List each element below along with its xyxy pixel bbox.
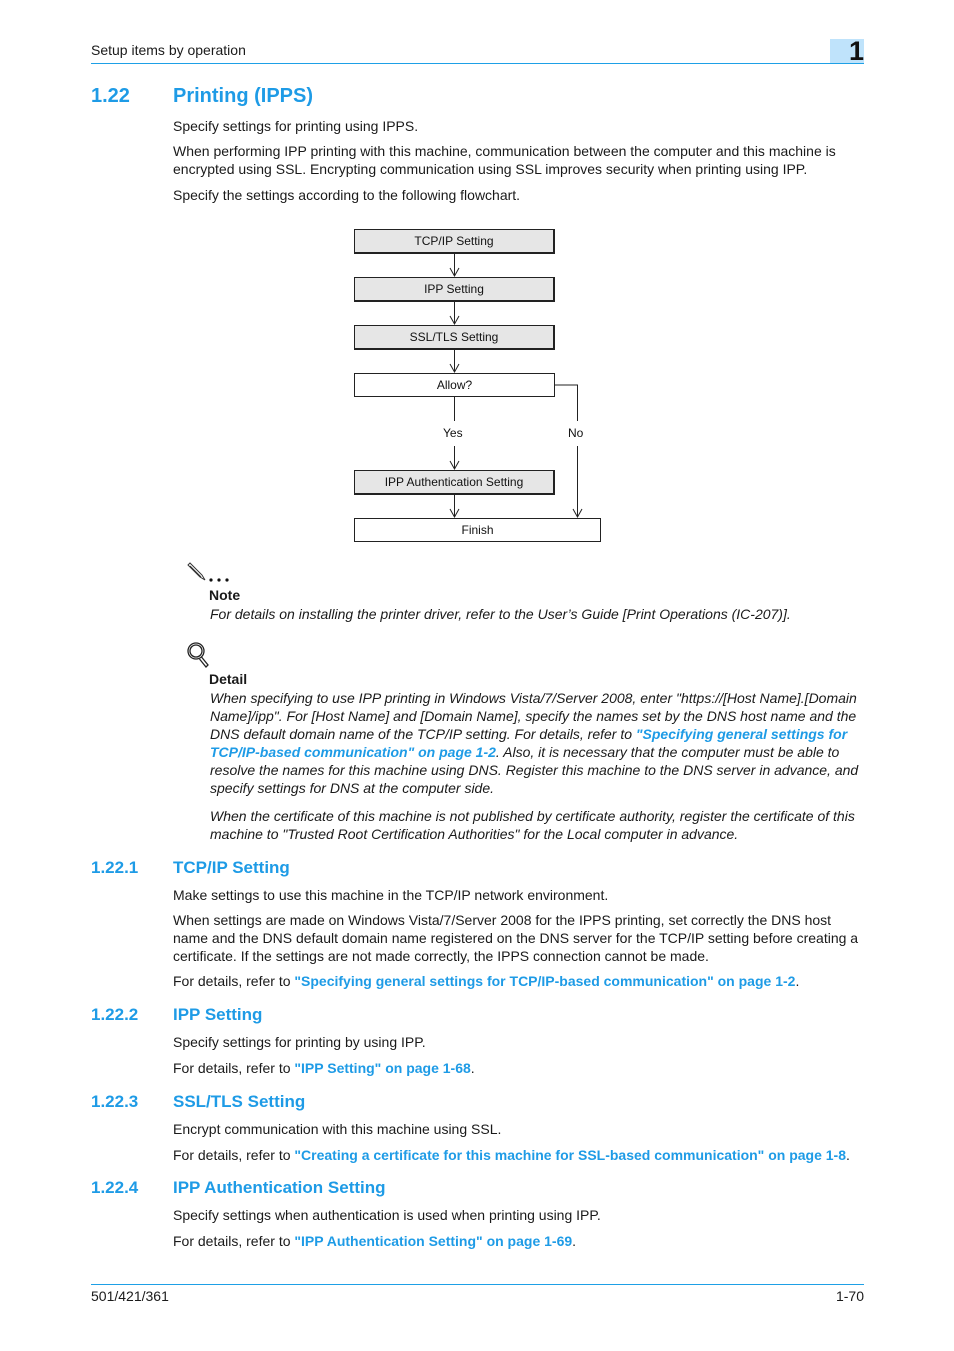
- header-rule: [91, 63, 864, 64]
- flow-node-ipp: IPP Setting: [354, 277, 555, 302]
- note-title: Note: [209, 587, 241, 603]
- paragraph: When settings are made on Windows Vista/…: [173, 912, 859, 964]
- flow-node-ssltls: SSL/TLS Setting: [354, 325, 555, 350]
- subsection-number: 1.22.2: [91, 1005, 139, 1024]
- ref-suffix: .: [470, 1060, 475, 1076]
- link-ipp-authentication[interactable]: "IPP Authentication Setting" on page 1-6…: [294, 1233, 572, 1249]
- link-ipp-setting[interactable]: "IPP Setting" on page 1-68: [294, 1060, 470, 1076]
- flow-node-tcpip: TCP/IP Setting: [354, 229, 555, 254]
- footer-rule: [91, 1284, 864, 1285]
- subsection-title: IPP Setting: [173, 1005, 263, 1024]
- flowchart-connectors: [449, 253, 583, 519]
- chapter-number: 1: [848, 36, 864, 66]
- subsection-title: SSL/TLS Setting: [173, 1092, 306, 1111]
- intro-paragraph: When performing IPP printing with this m…: [173, 143, 836, 177]
- flow-label-no: No: [568, 426, 584, 440]
- ref-prefix: For details, refer to: [173, 1147, 295, 1163]
- ref-suffix: .: [572, 1233, 577, 1249]
- paragraph: Specify settings when authentication is …: [173, 1207, 601, 1223]
- ref-prefix: For details, refer to: [173, 1233, 295, 1249]
- flow-node-finish: Finish: [354, 518, 601, 542]
- arrow-head-icon: [449, 460, 460, 471]
- section-number: 1.22: [91, 85, 130, 107]
- magnifier-icon: [186, 641, 212, 674]
- note-text: For details on installing the printer dr…: [210, 606, 791, 622]
- section-title: Printing (IPPS): [173, 85, 313, 107]
- reference-paragraph: For details, refer to "IPP Authenticatio…: [173, 1232, 865, 1250]
- flowchart: TCP/IP Setting IPP Setting SSL/TLS Setti…: [0, 0, 954, 560]
- ref-suffix: .: [846, 1147, 850, 1163]
- arrow-head-icon: [449, 267, 460, 278]
- subsection-title: TCP/IP Setting: [173, 858, 290, 877]
- link-tcpip-settings[interactable]: "Specifying general settings for TCP/IP-…: [294, 973, 795, 989]
- footer-page-number: 1-70: [835, 1288, 864, 1304]
- reference-paragraph: For details, refer to "Specifying genera…: [173, 972, 865, 990]
- connector-line: [554, 384, 578, 421]
- flow-label-yes: Yes: [443, 426, 463, 440]
- paragraph: Specify settings for printing by using I…: [173, 1034, 426, 1050]
- footer-model: 501/421/361: [91, 1288, 169, 1304]
- detail-paragraph: When specifying to use IPP printing in W…: [210, 689, 865, 797]
- paragraph: Make settings to use this machine in the…: [173, 887, 609, 903]
- intro-paragraph: Specify the settings according to the fo…: [173, 187, 521, 203]
- reference-paragraph: For details, refer to "IPP Setting" on p…: [173, 1059, 865, 1077]
- intro-paragraph: Specify settings for printing using IPPS…: [173, 118, 419, 134]
- detail-title: Detail: [209, 671, 248, 687]
- arrow-head-icon: [572, 508, 583, 519]
- reference-paragraph: For details, refer to "Creating a certif…: [173, 1146, 873, 1164]
- running-header: Setup items by operation: [91, 42, 246, 58]
- paragraph: Encrypt communication with this machine …: [173, 1121, 502, 1137]
- ref-suffix: .: [795, 973, 800, 989]
- subsection-title: IPP Authentication Setting: [173, 1178, 386, 1197]
- arrow-head-icon: [449, 508, 460, 519]
- arrow-head-icon: [449, 363, 460, 374]
- link-ssl-certificate[interactable]: "Creating a certificate for this machine…: [294, 1147, 846, 1163]
- flow-node-allow: Allow?: [354, 373, 555, 397]
- subsection-number: 1.22.4: [91, 1178, 139, 1197]
- ref-prefix: For details, refer to: [173, 973, 295, 989]
- detail-paragraph: When the certificate of this machine is …: [210, 808, 855, 842]
- ref-prefix: For details, refer to: [173, 1060, 295, 1076]
- pencil-note-icon: [186, 560, 234, 589]
- subsection-number: 1.22.3: [91, 1092, 139, 1111]
- subsection-number: 1.22.1: [91, 858, 139, 877]
- flow-node-ippauth: IPP Authentication Setting: [354, 470, 555, 495]
- arrow-head-icon: [449, 315, 460, 326]
